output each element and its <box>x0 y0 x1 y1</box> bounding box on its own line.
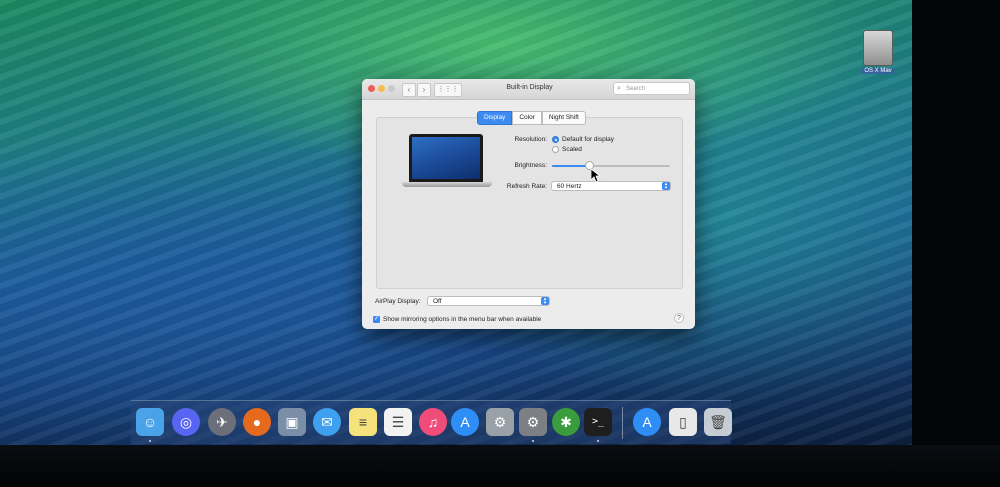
launchpad-icon[interactable]: ✈ <box>208 408 236 436</box>
show-all-button[interactable]: ⋮⋮⋮ <box>434 83 462 97</box>
finder-icon[interactable]: ☺ <box>136 408 164 436</box>
system-preferences-icon[interactable]: ⚙ <box>519 408 547 436</box>
desktop-drive[interactable]: OS X Mav <box>862 30 894 74</box>
reminders-icon[interactable]: ☰ <box>384 408 412 436</box>
radio-default-for-display[interactable] <box>552 136 559 143</box>
grid-icon: ⋮⋮⋮ <box>437 86 459 93</box>
airplay-label: AirPlay Display: <box>375 298 421 305</box>
running-indicator <box>149 440 151 442</box>
search-placeholder: Search <box>626 86 646 92</box>
titlebar: ‹ › ⋮⋮⋮ Built-in Display ⌕ Search <box>362 79 695 100</box>
zoom-button[interactable] <box>388 85 395 92</box>
dock-separator <box>622 407 623 439</box>
brightness-slider-fill <box>552 165 590 167</box>
document-icon[interactable]: ▯ <box>669 408 697 436</box>
running-indicator <box>532 440 534 442</box>
radio-default-for-display-label: Default for display <box>562 136 615 143</box>
brightness-slider[interactable] <box>552 161 670 170</box>
app-store-icon[interactable]: A <box>451 408 479 436</box>
chevron-up-down-icon: ▴ ▾ <box>662 182 670 191</box>
resolution-label: Resolution: <box>514 136 547 143</box>
radio-scaled-label: Scaled <box>562 146 582 153</box>
refresh-rate-select[interactable]: 60 Hertz ▴ ▾ <box>551 181 671 191</box>
close-button[interactable] <box>368 85 375 92</box>
back-button[interactable]: ‹ <box>402 83 416 97</box>
radio-scaled[interactable] <box>552 146 559 153</box>
laptop-wallpaper <box>412 137 480 179</box>
minimize-button[interactable] <box>378 85 385 92</box>
dock: ☺ ◎ ✈ ● ▣ ✉ ≡ ☰ ♫ A ⚙ ⚙ ✱ >_ A ▯ 🗑 <box>131 400 732 444</box>
running-indicator <box>597 440 599 442</box>
airplay-select[interactable]: Off ▴ ▾ <box>427 296 550 306</box>
disk-utility-icon[interactable]: ⚙ <box>486 408 514 436</box>
forward-icon: › <box>422 85 426 94</box>
firefox-icon[interactable]: ● <box>243 408 271 436</box>
tab-display[interactable]: Display <box>477 111 513 125</box>
airplay-value: Off <box>433 298 442 305</box>
messages-icon[interactable]: ✉ <box>313 408 341 436</box>
trash-icon[interactable]: 🗑 <box>704 408 732 436</box>
tab-bar: Display Color Night Shift <box>477 111 586 125</box>
compass-icon[interactable]: ✱ <box>552 408 580 436</box>
display-preferences-window: ‹ › ⋮⋮⋮ Built-in Display ⌕ Search Displa… <box>362 79 695 329</box>
search-field[interactable]: ⌕ Search <box>613 82 690 95</box>
help-button[interactable]: ? <box>674 313 684 323</box>
back-icon: ‹ <box>407 85 411 94</box>
desktop-drive-label: OS X Mav <box>862 68 894 74</box>
itunes-icon[interactable]: ♫ <box>419 408 447 436</box>
mirroring-label: Show mirroring options in the menu bar w… <box>383 316 542 323</box>
tab-color[interactable]: Color <box>512 111 542 125</box>
mirroring-checkbox[interactable]: ✓ <box>373 316 380 323</box>
refresh-rate-value: 60 Hertz <box>557 183 582 190</box>
preview-icon[interactable]: ▣ <box>278 408 306 436</box>
forward-button[interactable]: › <box>417 83 431 97</box>
hard-drive-icon <box>863 30 893 66</box>
discord-icon[interactable]: ◎ <box>172 408 200 436</box>
help-icon: ? <box>677 315 681 322</box>
monitor-bezel-bottom <box>0 445 1000 487</box>
app-store-folder-icon[interactable]: A <box>633 408 661 436</box>
checkmark-icon: ✓ <box>373 316 380 322</box>
refresh-rate-label: Refresh Rate: <box>506 183 547 190</box>
monitor-bezel-right <box>912 0 1000 487</box>
terminal-icon[interactable]: >_ <box>584 408 612 436</box>
notes-icon[interactable]: ≡ <box>349 408 377 436</box>
tab-night-shift[interactable]: Night Shift <box>541 111 586 125</box>
search-icon: ⌕ <box>617 85 621 92</box>
mouse-cursor-icon <box>591 169 601 183</box>
window-title: Built-in Display <box>506 84 553 91</box>
brightness-label: Brightness: <box>514 162 547 169</box>
chevron-up-down-icon: ▴ ▾ <box>541 297 549 306</box>
